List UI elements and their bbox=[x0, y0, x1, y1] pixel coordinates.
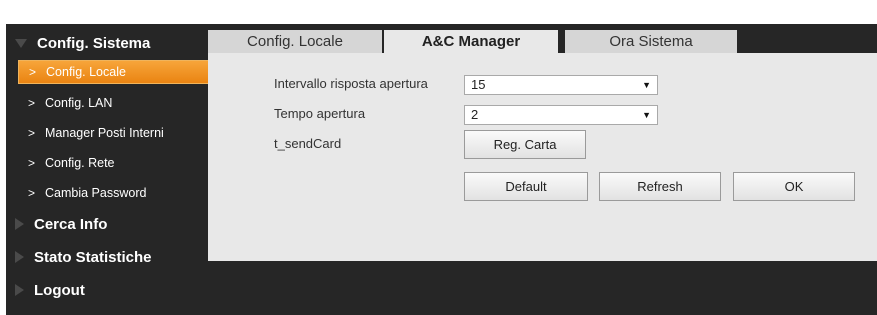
sidebar: Config. Sistema > Config. Locale > Confi… bbox=[6, 30, 211, 303]
tab-label: Config. Locale bbox=[247, 33, 343, 50]
tab-label: Ora Sistema bbox=[609, 33, 693, 50]
tab-ora-sistema[interactable]: Ora Sistema bbox=[565, 30, 737, 53]
sidebar-item-label: Manager Posti Interni bbox=[45, 126, 164, 140]
intervallo-label: Intervallo risposta apertura bbox=[274, 76, 428, 91]
sidebar-item-label: Cambia Password bbox=[45, 186, 147, 200]
ok-button[interactable]: OK bbox=[733, 172, 855, 201]
sidebar-section-label: Config. Sistema bbox=[37, 34, 151, 52]
sidebar-item-config-rete[interactable]: > Config. Rete bbox=[18, 152, 209, 174]
sidebar-item-config-lan[interactable]: > Config. LAN bbox=[18, 92, 209, 114]
default-button[interactable]: Default bbox=[464, 172, 588, 201]
collapsed-triangle-icon bbox=[15, 284, 24, 296]
sidebar-item-cambia-password[interactable]: > Cambia Password bbox=[18, 182, 209, 204]
sidebar-item-config-locale[interactable]: > Config. Locale bbox=[18, 60, 209, 84]
sidebar-section-label: Stato Statistiche bbox=[34, 248, 152, 266]
sidebar-section-label: Logout bbox=[34, 281, 85, 299]
tab-label: A&C Manager bbox=[421, 33, 521, 50]
sidebar-section-logout[interactable]: Logout bbox=[6, 277, 211, 303]
sidebar-subitems: > Config. Locale > Config. LAN > Manager… bbox=[6, 56, 211, 204]
tempo-label: Tempo apertura bbox=[274, 106, 366, 121]
chevron-right-icon: > bbox=[28, 156, 36, 170]
sidebar-item-manager-posti-interni[interactable]: > Manager Posti Interni bbox=[18, 122, 209, 144]
refresh-button[interactable]: Refresh bbox=[599, 172, 721, 201]
chevron-right-icon: > bbox=[28, 186, 36, 200]
tab-config-locale[interactable]: Config. Locale bbox=[208, 30, 382, 53]
intervallo-select[interactable]: 15 ▼ bbox=[464, 75, 658, 95]
tempo-value: 2 bbox=[471, 107, 479, 122]
sidebar-item-label: Config. Rete bbox=[45, 156, 115, 170]
sidebar-section-stato-statistiche[interactable]: Stato Statistiche bbox=[6, 244, 211, 270]
intervallo-value: 15 bbox=[471, 77, 486, 92]
collapsed-triangle-icon bbox=[15, 251, 24, 263]
dropdown-arrow-icon: ▼ bbox=[642, 80, 651, 90]
tempo-select[interactable]: 2 ▼ bbox=[464, 105, 658, 125]
sidebar-section-config-sistema[interactable]: Config. Sistema bbox=[6, 30, 211, 56]
chevron-right-icon: > bbox=[28, 96, 36, 110]
sidebar-section-cerca-info[interactable]: Cerca Info bbox=[6, 211, 211, 237]
reg-carta-button[interactable]: Reg. Carta bbox=[464, 130, 586, 159]
expanded-triangle-icon bbox=[15, 38, 27, 48]
dropdown-arrow-icon: ▼ bbox=[642, 110, 651, 120]
tab-ac-manager[interactable]: A&C Manager bbox=[384, 30, 558, 53]
collapsed-triangle-icon bbox=[15, 218, 24, 230]
sidebar-item-label: Config. Locale bbox=[46, 65, 126, 79]
chevron-right-icon: > bbox=[29, 65, 37, 79]
chevron-right-icon: > bbox=[28, 126, 36, 140]
sidebar-item-label: Config. LAN bbox=[45, 96, 113, 110]
sidebar-section-label: Cerca Info bbox=[34, 215, 108, 233]
sendcard-label: t_sendCard bbox=[274, 136, 342, 151]
